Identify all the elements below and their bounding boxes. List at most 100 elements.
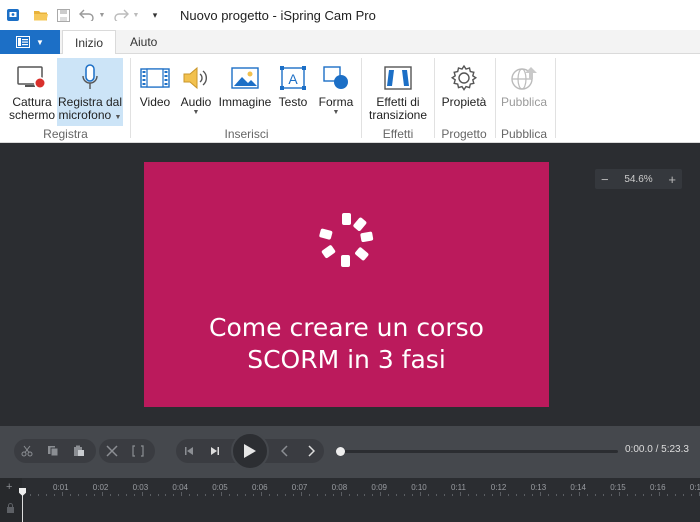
audio-button[interactable]: Audio ▼ (178, 58, 214, 126)
timeline-minor-tick (452, 494, 454, 496)
undo-dropdown-icon[interactable]: ▼ (98, 4, 106, 26)
timeline-tick-label: 0:17 (689, 483, 700, 492)
timeline-minor-tick (292, 494, 294, 496)
split-icon[interactable] (125, 439, 151, 463)
paste-icon[interactable] (66, 439, 92, 463)
timeline-minor-tick (316, 494, 318, 496)
timeline-minor-tick (483, 494, 485, 496)
previous-icon[interactable] (272, 439, 298, 463)
timeline-tick-label: 0:08 (331, 483, 348, 492)
timeline-tick (420, 492, 422, 496)
redo-icon[interactable] (110, 4, 132, 26)
save-icon[interactable] (52, 4, 74, 26)
cut-icon[interactable] (14, 439, 40, 463)
proprieta-label: Propietà (441, 95, 487, 109)
timeline-tick (261, 492, 262, 496)
text-box-icon: A (280, 66, 306, 90)
play-button[interactable] (231, 432, 269, 470)
timeline-tick-label: 0:04 (172, 483, 188, 492)
next-icon[interactable] (298, 439, 324, 463)
immagine-button[interactable]: Immagine (218, 58, 272, 126)
timeline-tick (539, 492, 541, 496)
timeline-minor-tick (507, 494, 509, 496)
copy-icon[interactable] (40, 439, 66, 463)
group-label-inserisci: Inserisci (224, 127, 269, 141)
add-track-icon[interactable]: + (6, 481, 12, 493)
timeline-tick-label: 0:05 (212, 483, 228, 492)
timeline-minor-tick (245, 494, 247, 496)
file-menu-button[interactable]: ▼ (0, 30, 60, 54)
zoom-out-button[interactable]: − (601, 172, 609, 187)
playback-progress-bar[interactable] (336, 447, 618, 456)
zoom-in-button[interactable]: + (668, 172, 676, 187)
timeline-minor-tick (109, 494, 111, 496)
film-icon (140, 68, 170, 88)
immagine-label: Immagine (218, 95, 272, 109)
cattura-schermo-button[interactable]: Cattura schermo (8, 58, 56, 126)
timeline-minor-tick (348, 494, 350, 496)
undo-icon[interactable] (76, 4, 98, 26)
timeline-minor-tick (149, 494, 151, 496)
timeline[interactable]: + 0:01 0:02 0:03 0:04 0:05 0:06 0:07 0:08 0:09 0:… (0, 478, 700, 522)
timeline-minor-tick (467, 494, 469, 496)
timeline-tick-label: 0:13 (530, 483, 547, 492)
timeline-tick (340, 492, 342, 496)
chevron-down-icon: ▼ (36, 37, 44, 47)
proprieta-button[interactable]: Propietà (440, 58, 488, 126)
skip-to-start-icon[interactable] (176, 439, 202, 463)
timeline-minor-tick (133, 494, 135, 496)
zoom-level: 54.6% (624, 173, 653, 185)
customize-icon[interactable]: ▾ (144, 4, 166, 26)
editor-canvas[interactable]: Come creare un corso SCORM in 3 fasi − 5… (0, 143, 700, 426)
timeline-minor-tick (587, 494, 589, 496)
skip-to-end-icon[interactable] (202, 439, 228, 463)
microphone-icon (82, 64, 98, 89)
timeline-tick-label: 0:16 (650, 483, 666, 492)
video-button[interactable]: Video (137, 58, 173, 126)
group-separator (434, 58, 435, 138)
registra-label-line2: microfono ▼ (58, 108, 122, 122)
timeline-minor-tick (93, 494, 95, 496)
slide-title-text: Come creare un corso SCORM in 3 fasi (209, 313, 484, 374)
timeline-minor-tick (356, 494, 358, 496)
timeline-minor-tick (157, 494, 159, 496)
timeline-tick (380, 492, 382, 496)
timeline-tick (221, 492, 223, 496)
lock-icon[interactable] (6, 502, 15, 516)
chevron-down-icon: ▼ (192, 109, 200, 116)
timeline-tick (141, 492, 143, 496)
tab-inizio[interactable]: Inizio (62, 30, 117, 55)
timeline-minor-tick (475, 494, 477, 496)
timeline-ruler[interactable]: 0:01 0:02 0:03 0:04 0:05 0:06 0:07 0:08 0:09 0:10… (22, 478, 700, 496)
timeline-minor-tick (444, 494, 446, 496)
timeline-minor-tick (197, 494, 199, 496)
timeline-tick-label: 0:09 (371, 483, 387, 492)
forma-button[interactable]: Forma ▼ (316, 58, 356, 126)
timeline-minor-tick (674, 494, 676, 496)
effetti-transizione-button[interactable]: Effetti di transizione (366, 58, 430, 126)
forma-label: Forma (318, 95, 354, 109)
timeline-minor-tick (547, 494, 549, 496)
registra-microfono-button[interactable]: Registra dal microfono ▼ (57, 58, 123, 126)
timeline-minor-tick (651, 494, 653, 496)
timeline-minor-tick (364, 494, 366, 496)
testo-button[interactable]: A Testo (276, 58, 310, 126)
delete-icon[interactable] (99, 439, 125, 463)
redo-dropdown-icon[interactable]: ▼ (132, 4, 140, 26)
timeline-minor-tick (515, 494, 517, 496)
time-display: 0:00.0 / 5:23.3 (625, 444, 689, 455)
timeline-minor-tick (603, 494, 605, 496)
timeline-minor-tick (531, 494, 533, 496)
progress-knob[interactable] (336, 447, 345, 456)
quick-access-toolbar: ▼ ▼ ▾ (0, 0, 166, 30)
open-folder-icon[interactable] (30, 4, 52, 26)
edit-tools-group (14, 439, 96, 463)
tab-aiuto[interactable]: Aiuto (118, 30, 169, 54)
pubblica-label: Pubblica (500, 95, 548, 109)
app-icon[interactable] (2, 4, 24, 26)
pubblica-button[interactable]: Pubblica (500, 58, 548, 126)
slide-preview[interactable]: Come creare un corso SCORM in 3 fasi (144, 162, 549, 407)
group-separator (361, 58, 362, 138)
ribbon-tabs: ▼ Inizio Aiuto (0, 30, 700, 55)
effetti-label-line2: transizione (368, 108, 428, 122)
